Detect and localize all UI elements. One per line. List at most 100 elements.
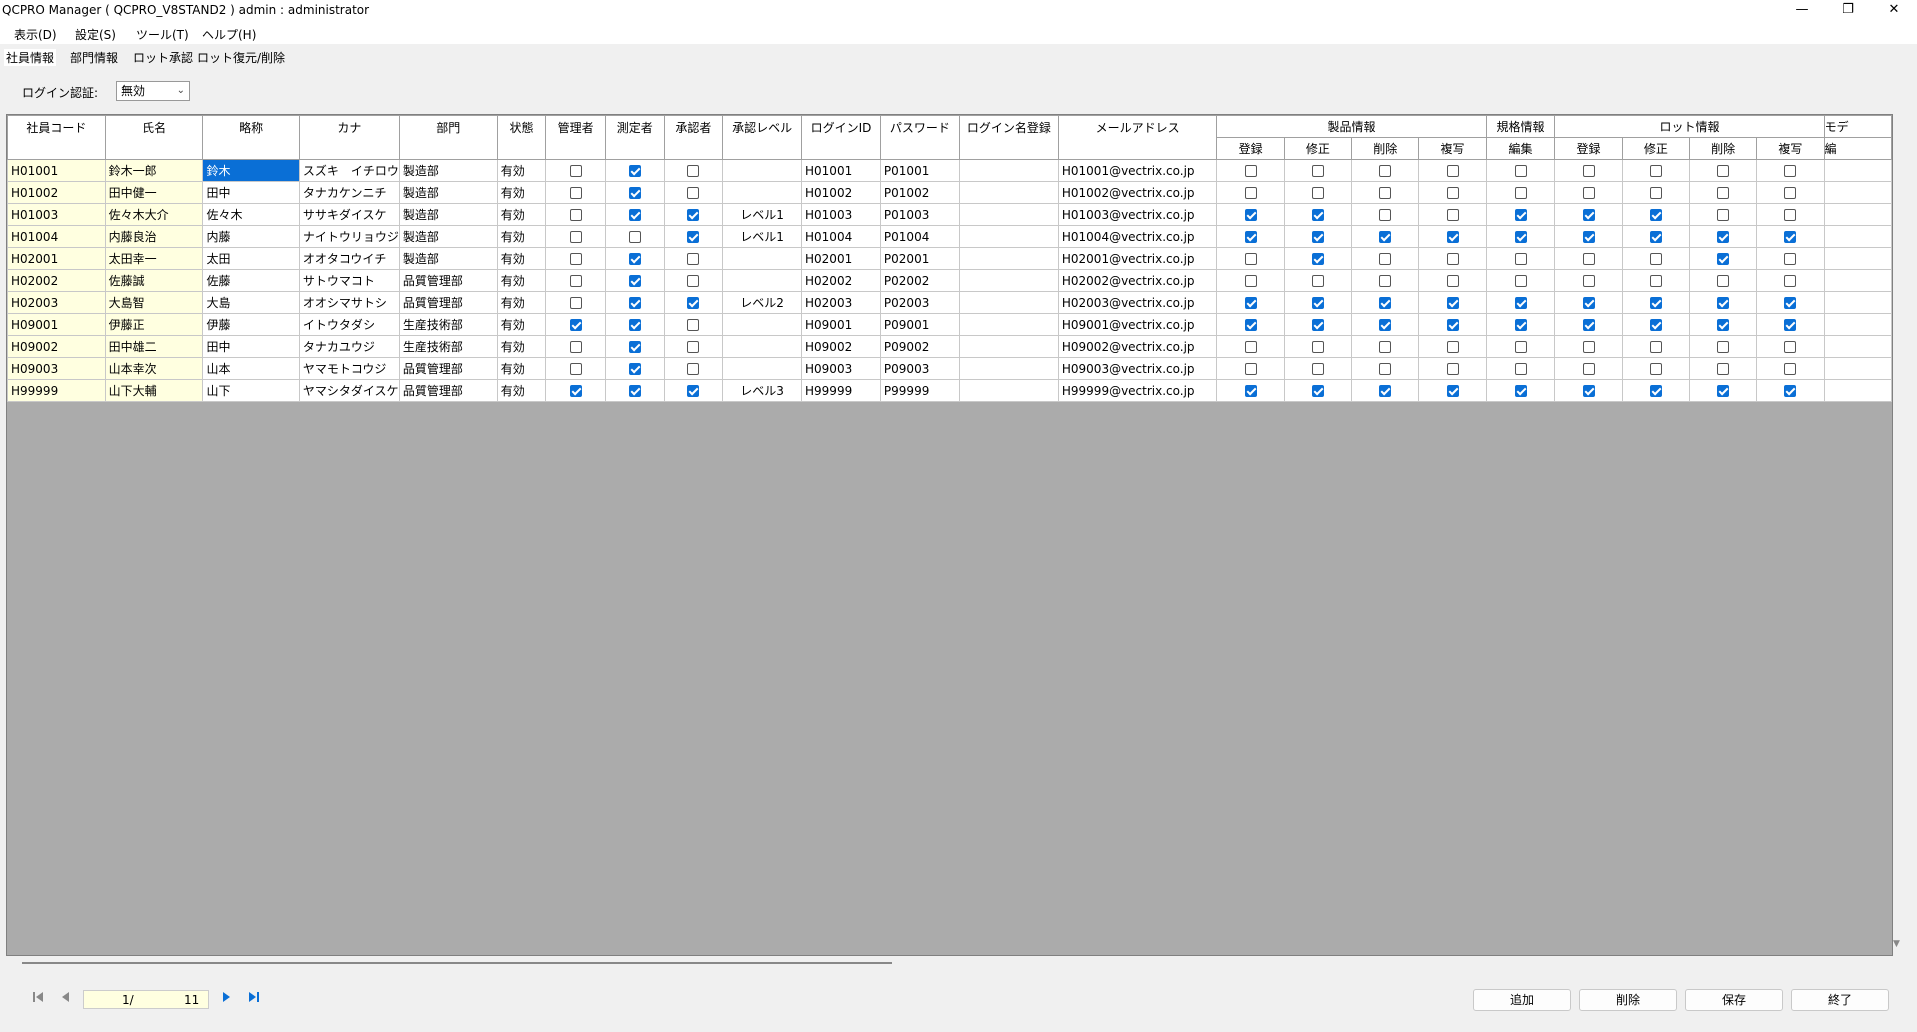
cell-password[interactable]: P09002 <box>879 335 960 358</box>
cell-password[interactable]: P01002 <box>879 181 960 204</box>
cell-name[interactable]: 大島智 <box>104 291 204 314</box>
maximize-button[interactable]: ❐ <box>1825 0 1871 22</box>
product-modify-checkbox[interactable] <box>1311 165 1324 177</box>
cell-code[interactable]: H01001 <box>7 159 106 182</box>
product-register-checkbox[interactable] <box>1244 209 1257 221</box>
cell-dept[interactable]: 製造部 <box>398 203 498 226</box>
approver-checkbox[interactable] <box>687 231 700 243</box>
cell-login-name[interactable] <box>958 159 1059 182</box>
cell-name[interactable]: 佐藤誠 <box>104 269 204 292</box>
cell-name[interactable]: 鈴木一郎 <box>104 159 204 182</box>
col-header-login-id[interactable]: ログインID <box>801 115 881 160</box>
col-header-measurer[interactable]: 測定者 <box>604 115 665 160</box>
product-copy-checkbox[interactable] <box>1446 385 1459 397</box>
cell-login-name[interactable] <box>958 357 1059 380</box>
cell-status[interactable]: 有効 <box>496 269 547 292</box>
spec-edit-checkbox[interactable] <box>1514 297 1527 309</box>
product-delete-checkbox[interactable] <box>1379 385 1392 397</box>
spec-edit-checkbox[interactable] <box>1514 165 1527 177</box>
product-delete-checkbox[interactable] <box>1379 341 1392 353</box>
cell-name[interactable]: 内藤良治 <box>104 225 204 248</box>
cell-approve-level[interactable]: レベル2 <box>722 291 803 314</box>
product-delete-checkbox[interactable] <box>1379 187 1392 199</box>
table-row[interactable]: H99999 山下大輔 山下 ヤマシタダイスケ 品質管理部 有効 レベル3 H99999 P99… <box>7 379 1892 402</box>
cell-status[interactable]: 有効 <box>496 159 547 182</box>
lot-modify-checkbox[interactable] <box>1649 275 1662 287</box>
menu-tools[interactable]: ツール(T) <box>136 26 189 43</box>
cell-email[interactable]: H09002@vectrix.co.jp <box>1057 335 1218 358</box>
admin-checkbox[interactable] <box>569 165 582 177</box>
cell-name[interactable]: 田中雄二 <box>104 335 204 358</box>
spec-edit-checkbox[interactable] <box>1514 209 1527 221</box>
lot-delete-checkbox[interactable] <box>1717 341 1730 353</box>
lot-modify-checkbox[interactable] <box>1649 231 1662 243</box>
lot-copy-checkbox[interactable] <box>1784 363 1797 375</box>
lot-register-checkbox[interactable] <box>1582 165 1595 177</box>
tab-employee-info[interactable]: 社員情報 <box>4 49 57 66</box>
lot-copy-checkbox[interactable] <box>1784 253 1797 265</box>
cell-code[interactable]: H09003 <box>7 357 106 380</box>
cell-status[interactable]: 有効 <box>496 247 547 270</box>
cell-login-name[interactable] <box>958 247 1059 270</box>
cell-login-id[interactable]: H02001 <box>801 247 881 270</box>
lot-modify-checkbox[interactable] <box>1649 209 1662 221</box>
lot-delete-checkbox[interactable] <box>1717 363 1730 375</box>
cell-password[interactable]: P02003 <box>879 291 960 314</box>
cell-approve-level[interactable] <box>722 313 803 336</box>
table-row[interactable]: H01003 佐々木大介 佐々木 ササキダイスケ 製造部 有効 レベル1 H01003 P010… <box>7 203 1892 226</box>
admin-checkbox[interactable] <box>569 297 582 309</box>
cell-kana[interactable]: タナカユウジ <box>298 335 400 358</box>
product-copy-checkbox[interactable] <box>1446 253 1459 265</box>
cell-short[interactable]: 田中 <box>202 181 300 204</box>
cell-short[interactable]: 佐藤 <box>202 269 300 292</box>
cell-code[interactable]: H99999 <box>7 379 106 402</box>
cell-password[interactable]: P01001 <box>879 159 960 182</box>
cell-login-name[interactable] <box>958 291 1059 314</box>
approver-checkbox[interactable] <box>687 187 700 199</box>
col-header-short[interactable]: 略称 <box>202 115 300 160</box>
approver-checkbox[interactable] <box>687 209 700 221</box>
cell-code[interactable]: H01003 <box>7 203 106 226</box>
col-header-product-register[interactable]: 登録 <box>1216 137 1285 160</box>
login-auth-select[interactable]: 無効 ⌄ <box>116 81 190 101</box>
last-page-icon[interactable] <box>245 990 263 1008</box>
lot-delete-checkbox[interactable] <box>1717 253 1730 265</box>
product-copy-checkbox[interactable] <box>1446 209 1459 221</box>
lot-register-checkbox[interactable] <box>1582 209 1595 221</box>
spec-edit-checkbox[interactable] <box>1514 275 1527 287</box>
cell-code[interactable]: H02001 <box>7 247 106 270</box>
lot-copy-checkbox[interactable] <box>1784 231 1797 243</box>
product-delete-checkbox[interactable] <box>1379 319 1392 331</box>
cell-email[interactable]: H02002@vectrix.co.jp <box>1057 269 1218 292</box>
lot-modify-checkbox[interactable] <box>1649 253 1662 265</box>
col-header-approve-level[interactable]: 承認レベル <box>722 115 803 160</box>
cell-model-partial[interactable] <box>1823 203 1892 226</box>
col-header-product-delete[interactable]: 削除 <box>1351 137 1420 160</box>
cell-kana[interactable]: ヤマモトコウジ <box>298 357 400 380</box>
lot-delete-checkbox[interactable] <box>1717 209 1730 221</box>
admin-checkbox[interactable] <box>569 275 582 287</box>
cell-code[interactable]: H02002 <box>7 269 106 292</box>
lot-register-checkbox[interactable] <box>1582 187 1595 199</box>
table-row[interactable]: H02001 太田幸一 太田 オオタコウイチ 製造部 有効 H02001 P02001 H020… <box>7 247 1892 270</box>
cell-short[interactable]: 田中 <box>202 335 300 358</box>
cell-email[interactable]: H01004@vectrix.co.jp <box>1057 225 1218 248</box>
cell-password[interactable]: P02001 <box>879 247 960 270</box>
cell-kana[interactable]: オオタコウイチ <box>298 247 400 270</box>
product-copy-checkbox[interactable] <box>1446 297 1459 309</box>
product-modify-checkbox[interactable] <box>1311 209 1324 221</box>
cell-code[interactable]: H02003 <box>7 291 106 314</box>
product-copy-checkbox[interactable] <box>1446 275 1459 287</box>
cell-email[interactable]: H09001@vectrix.co.jp <box>1057 313 1218 336</box>
cell-model-partial[interactable] <box>1823 269 1892 292</box>
lot-copy-checkbox[interactable] <box>1784 187 1797 199</box>
cell-status[interactable]: 有効 <box>496 335 547 358</box>
product-register-checkbox[interactable] <box>1244 165 1257 177</box>
cell-password[interactable]: P09003 <box>879 357 960 380</box>
cell-status[interactable]: 有効 <box>496 203 547 226</box>
product-delete-checkbox[interactable] <box>1379 363 1392 375</box>
exit-button[interactable]: 終了 <box>1791 989 1889 1011</box>
first-page-icon[interactable] <box>29 990 47 1008</box>
lot-register-checkbox[interactable] <box>1582 319 1595 331</box>
product-modify-checkbox[interactable] <box>1311 275 1324 287</box>
